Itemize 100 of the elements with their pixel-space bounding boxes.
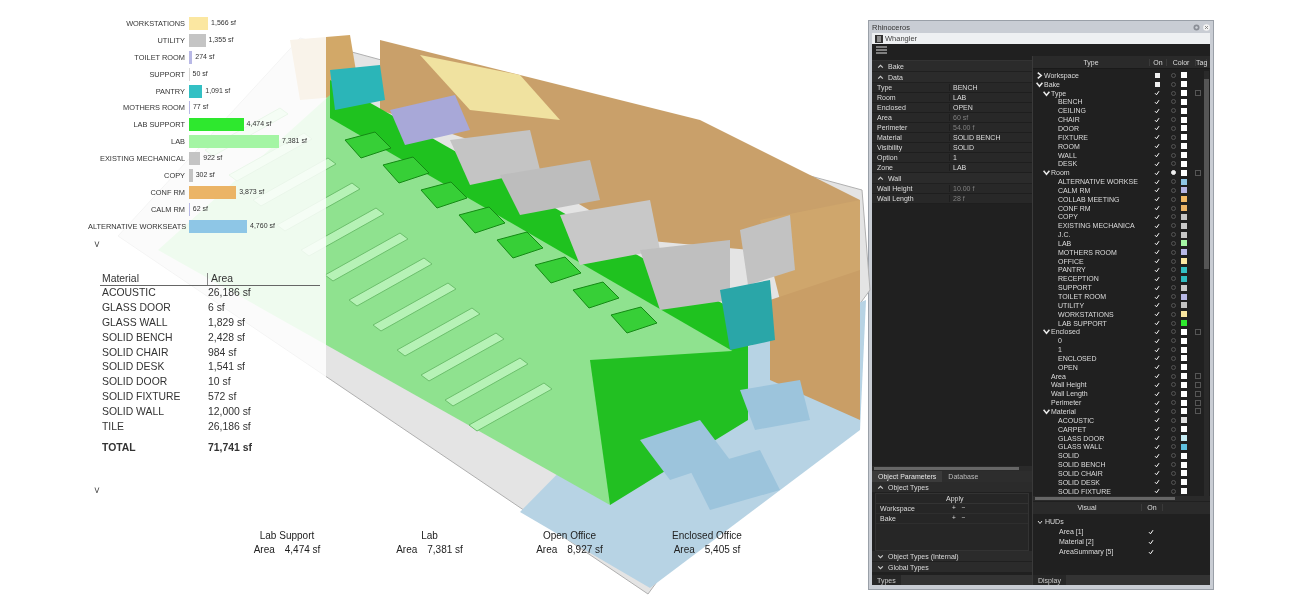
tag-checkbox[interactable] bbox=[1195, 373, 1201, 380]
color-swatch[interactable] bbox=[1181, 213, 1187, 220]
checkbox[interactable] bbox=[1154, 364, 1160, 371]
menu-icon[interactable] bbox=[876, 46, 887, 54]
checkbox[interactable] bbox=[1154, 435, 1160, 441]
color-swatch[interactable] bbox=[1181, 240, 1187, 247]
color-swatch[interactable] bbox=[1181, 231, 1187, 238]
checkbox[interactable] bbox=[1154, 205, 1160, 212]
checkbox[interactable] bbox=[1154, 452, 1160, 459]
checkbox[interactable] bbox=[1154, 134, 1160, 141]
color-swatch[interactable] bbox=[1181, 311, 1187, 318]
chevron-down-icon[interactable] bbox=[1037, 518, 1043, 525]
color-swatch[interactable] bbox=[1181, 373, 1187, 380]
checkbox[interactable] bbox=[1154, 488, 1160, 495]
tag-checkbox[interactable] bbox=[1195, 90, 1201, 97]
color-swatch[interactable] bbox=[1181, 328, 1187, 335]
checkbox[interactable] bbox=[1154, 240, 1160, 247]
color-swatch[interactable] bbox=[1181, 364, 1187, 371]
color-swatch[interactable] bbox=[1181, 81, 1187, 88]
checkbox[interactable] bbox=[1154, 98, 1160, 105]
checkbox[interactable] bbox=[1148, 548, 1154, 555]
color-swatch[interactable] bbox=[1181, 346, 1187, 353]
tag-checkbox[interactable] bbox=[1195, 399, 1201, 406]
checkbox[interactable] bbox=[1154, 320, 1160, 327]
color-swatch[interactable] bbox=[1181, 152, 1187, 158]
checkbox[interactable] bbox=[1154, 72, 1160, 78]
color-swatch[interactable] bbox=[1181, 187, 1187, 194]
color-swatch[interactable] bbox=[1181, 417, 1187, 424]
color-swatch[interactable] bbox=[1181, 90, 1187, 97]
color-swatch[interactable] bbox=[1181, 452, 1187, 459]
checkbox[interactable] bbox=[1154, 249, 1160, 256]
color-swatch[interactable] bbox=[1181, 169, 1187, 176]
checkbox[interactable] bbox=[1154, 461, 1160, 468]
checkbox[interactable] bbox=[1154, 90, 1160, 97]
color-swatch[interactable] bbox=[1181, 284, 1187, 291]
checkbox[interactable] bbox=[1154, 116, 1160, 123]
color-swatch[interactable] bbox=[1181, 72, 1187, 79]
color-swatch[interactable] bbox=[1181, 178, 1187, 185]
color-swatch[interactable] bbox=[1181, 125, 1187, 132]
tag-checkbox[interactable] bbox=[1195, 328, 1201, 335]
color-swatch[interactable] bbox=[1181, 337, 1187, 344]
color-swatch[interactable] bbox=[1181, 488, 1187, 495]
checkbox[interactable] bbox=[1154, 302, 1160, 309]
color-swatch[interactable] bbox=[1181, 320, 1187, 327]
color-swatch[interactable] bbox=[1181, 222, 1187, 229]
checkbox[interactable] bbox=[1154, 213, 1160, 220]
color-swatch[interactable] bbox=[1181, 302, 1187, 309]
checkbox[interactable] bbox=[1148, 538, 1154, 545]
color-swatch[interactable] bbox=[1181, 134, 1187, 141]
color-swatch[interactable] bbox=[1181, 399, 1187, 406]
color-swatch[interactable] bbox=[1181, 426, 1187, 433]
collapse-toggle[interactable]: ˅ bbox=[94, 485, 100, 498]
chevron-down-icon[interactable] bbox=[1043, 169, 1050, 177]
chevron-down-icon[interactable] bbox=[1043, 408, 1050, 415]
scrollbar-thumb[interactable] bbox=[1035, 496, 1175, 500]
scrollbar-thumb[interactable] bbox=[1204, 79, 1209, 269]
checkbox[interactable] bbox=[1154, 107, 1160, 114]
color-swatch[interactable] bbox=[1181, 408, 1187, 415]
checkbox[interactable] bbox=[1154, 125, 1160, 132]
checkbox[interactable] bbox=[1154, 293, 1160, 300]
color-swatch[interactable] bbox=[1181, 390, 1187, 397]
checkbox[interactable] bbox=[1154, 267, 1160, 273]
checkbox[interactable] bbox=[1154, 81, 1160, 87]
color-swatch[interactable] bbox=[1181, 479, 1187, 486]
checkbox[interactable] bbox=[1154, 231, 1160, 238]
checkbox[interactable] bbox=[1154, 381, 1160, 388]
tag-checkbox[interactable] bbox=[1195, 408, 1201, 415]
color-swatch[interactable] bbox=[1181, 381, 1187, 388]
color-swatch[interactable] bbox=[1181, 275, 1187, 282]
color-swatch[interactable] bbox=[1181, 116, 1187, 123]
color-swatch[interactable] bbox=[1181, 435, 1187, 441]
checkbox[interactable] bbox=[1154, 258, 1160, 265]
color-swatch[interactable] bbox=[1181, 160, 1187, 167]
checkbox[interactable] bbox=[1154, 275, 1160, 282]
color-swatch[interactable] bbox=[1181, 293, 1187, 300]
checkbox[interactable] bbox=[1154, 346, 1160, 353]
checkbox[interactable] bbox=[1154, 373, 1160, 380]
color-swatch[interactable] bbox=[1181, 143, 1187, 150]
checkbox[interactable] bbox=[1154, 426, 1160, 433]
checkbox[interactable] bbox=[1154, 178, 1160, 185]
checkbox[interactable] bbox=[1154, 143, 1160, 150]
checkbox[interactable] bbox=[1154, 408, 1160, 415]
checkbox[interactable] bbox=[1154, 470, 1160, 477]
tag-checkbox[interactable] bbox=[1195, 169, 1201, 176]
checkbox[interactable] bbox=[1154, 443, 1160, 450]
checkbox[interactable] bbox=[1154, 152, 1160, 158]
color-swatch[interactable] bbox=[1181, 258, 1187, 265]
color-swatch[interactable] bbox=[1181, 443, 1187, 450]
checkbox[interactable] bbox=[1154, 160, 1160, 167]
color-swatch[interactable] bbox=[1181, 470, 1187, 477]
close-icon[interactable] bbox=[1203, 23, 1210, 31]
chevron-right-icon[interactable] bbox=[1036, 71, 1043, 79]
tag-checkbox[interactable] bbox=[1195, 390, 1201, 397]
checkbox[interactable] bbox=[1154, 311, 1160, 318]
chevron-down-icon[interactable] bbox=[1043, 328, 1050, 336]
checkbox[interactable] bbox=[1154, 337, 1160, 344]
color-swatch[interactable] bbox=[1181, 249, 1187, 256]
collapse-toggle[interactable]: ˅ bbox=[94, 238, 100, 251]
checkbox[interactable] bbox=[1154, 328, 1160, 335]
color-swatch[interactable] bbox=[1181, 107, 1187, 114]
